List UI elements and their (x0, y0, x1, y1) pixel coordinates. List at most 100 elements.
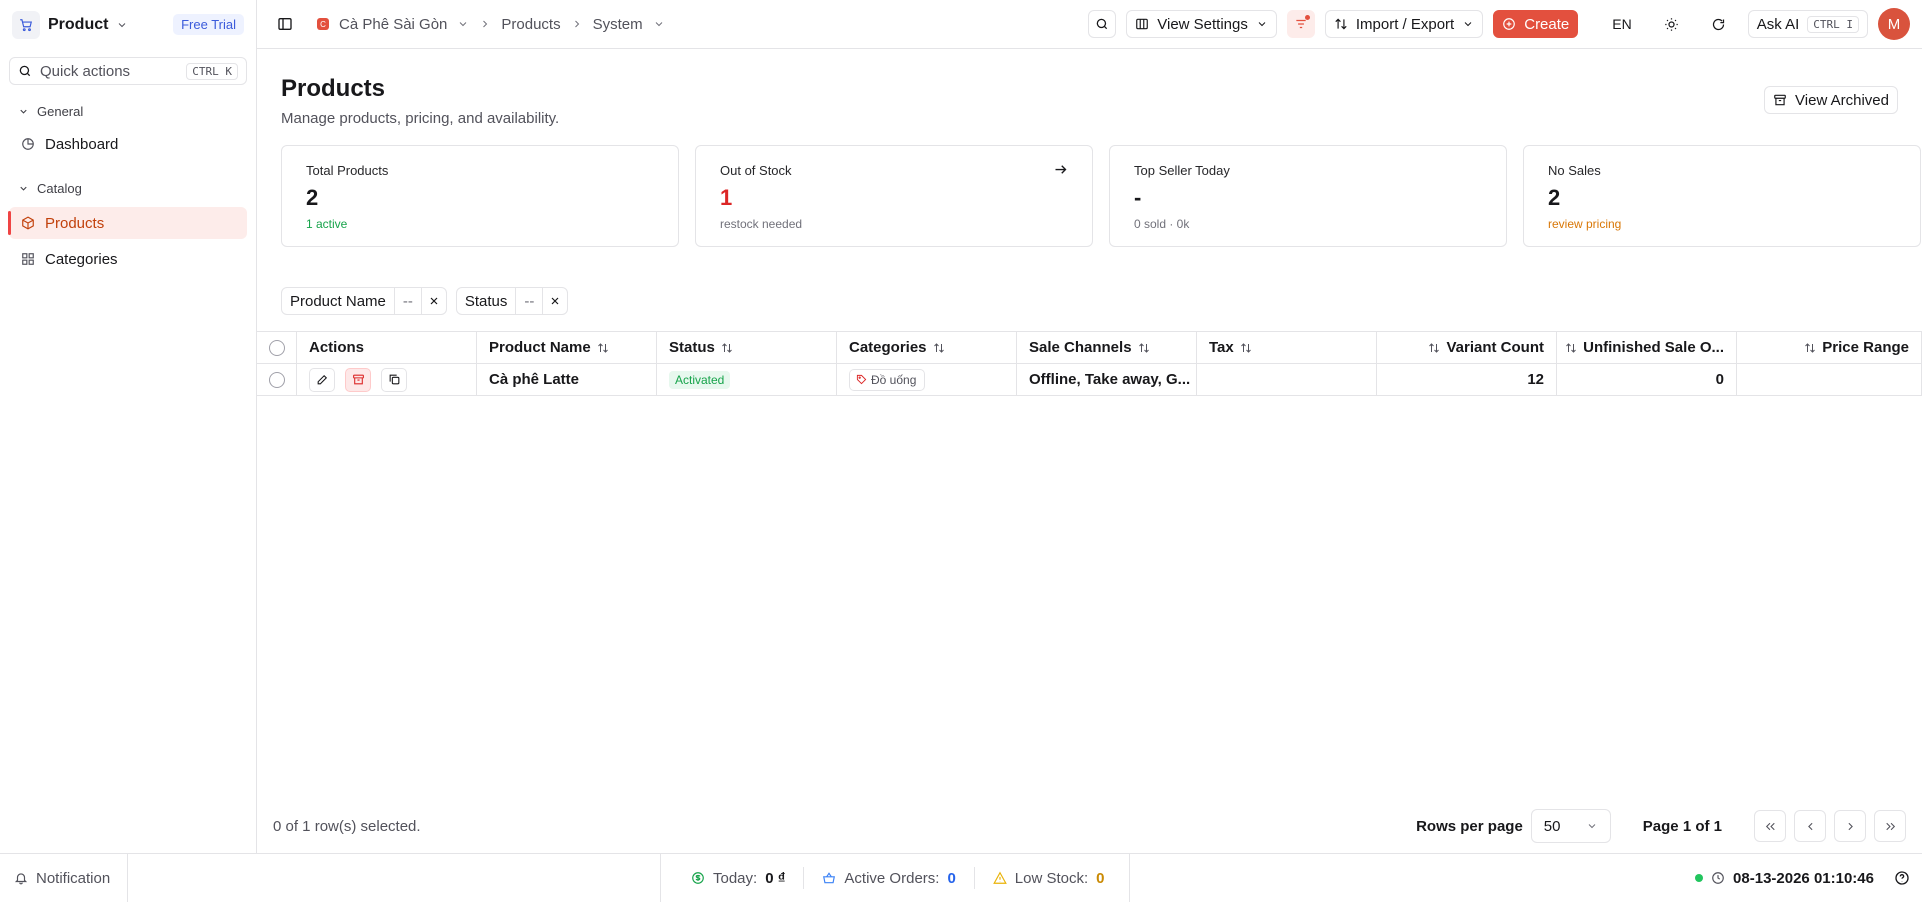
online-indicator (1695, 874, 1704, 882)
column-header-product-name[interactable]: Product Name (477, 332, 657, 363)
notification-label: Notification (36, 869, 111, 887)
select-all-checkbox[interactable] (257, 332, 297, 363)
column-header-variant-count[interactable]: Variant Count (1377, 332, 1557, 363)
sort-icon[interactable] (1565, 342, 1577, 354)
rows-per-page-select[interactable]: 50 (1530, 809, 1611, 843)
column-header-status[interactable]: Status (657, 332, 837, 363)
next-page-button[interactable] (1834, 810, 1866, 842)
stat-label: Top Seller Today (1134, 163, 1230, 178)
column-header-price-range[interactable]: Price Range (1737, 332, 1922, 363)
filter-button[interactable] (1286, 10, 1315, 38)
chevron-down-icon[interactable] (457, 18, 469, 30)
language-switcher[interactable]: EN (1612, 16, 1631, 32)
ask-ai-button[interactable]: Ask AI CTRL I (1747, 10, 1868, 38)
archive-button[interactable] (345, 367, 371, 392)
close-icon[interactable] (542, 288, 567, 314)
column-header-sale-channels[interactable]: Sale Channels (1017, 332, 1197, 363)
bell-icon (14, 873, 28, 885)
chevron-down-icon (1258, 22, 1266, 27)
quick-actions-search[interactable]: Quick actions CTRL K (9, 57, 247, 85)
breadcrumb-products[interactable]: Products (501, 16, 560, 33)
shortcut-hint: CTRL K (186, 62, 238, 80)
theme-toggle-icon[interactable] (1664, 17, 1679, 32)
copy-icon (389, 374, 399, 385)
row-checkbox[interactable] (257, 364, 297, 395)
today-revenue: Today: 0 ₫ (661, 867, 805, 889)
pencil-icon (317, 374, 327, 385)
shop-selector[interactable]: Cà Phê Sài Gòn (339, 16, 447, 33)
status-badge: Activated (669, 370, 731, 389)
import-export-button[interactable]: Import / Export (1324, 10, 1484, 38)
chevron-right-icon (479, 18, 491, 30)
pie-chart-icon (21, 137, 35, 151)
rows-per-page-label: Rows per page (1416, 817, 1523, 835)
filter-value[interactable]: -- (393, 288, 421, 314)
sidebar-item-label: Products (45, 214, 105, 232)
view-archived-button[interactable]: View Archived (1764, 86, 1898, 114)
chevron-down-icon (18, 106, 29, 117)
cell-tax (1197, 364, 1377, 395)
free-trial-badge[interactable]: Free Trial (173, 14, 244, 35)
nav-group-catalog[interactable]: Catalog (0, 178, 256, 198)
stat-card-out-of-stock[interactable]: Out of Stock 1 restock needed (695, 145, 1093, 247)
refresh-icon[interactable] (1711, 17, 1726, 32)
sidebar-item-dashboard[interactable]: Dashboard (9, 128, 247, 160)
orders-value: 0 (947, 869, 956, 887)
column-header-unfinished-sale-orders[interactable]: Unfinished Sale O... (1557, 332, 1737, 363)
chevrons-right-icon (1885, 822, 1895, 830)
category-badge: Đồ uống (849, 368, 926, 391)
close-icon[interactable] (420, 288, 446, 314)
table-row[interactable]: Cà phê Latte Activated Đồ uống Offline, … (257, 364, 1922, 396)
chevron-down-icon[interactable] (653, 18, 665, 30)
filter-chip-product-name[interactable]: Product Name -- (281, 287, 447, 315)
sidebar-item-categories[interactable]: Categories (9, 243, 247, 275)
duplicate-button[interactable] (381, 367, 407, 392)
breadcrumb-system[interactable]: System (593, 16, 643, 33)
plus-circle-icon (1503, 18, 1516, 30)
cell-variant-count: 12 (1377, 364, 1557, 395)
today-label: Today: (713, 869, 758, 887)
edit-button[interactable] (309, 367, 335, 392)
sort-icon[interactable] (1428, 342, 1440, 354)
today-value: 0 ₫ (765, 869, 786, 887)
column-header-tax[interactable]: Tax (1197, 332, 1377, 363)
nav-group-general[interactable]: General (0, 101, 256, 121)
sort-icon[interactable] (1138, 342, 1150, 354)
pagination: Rows per page 50 Page 1 of 1 (1416, 809, 1906, 843)
arrow-right-icon[interactable] (1053, 162, 1068, 177)
app-name: Product (48, 15, 109, 33)
orders-label: Active Orders: (844, 869, 940, 887)
notification-button[interactable]: Notification (0, 854, 128, 902)
view-settings-button[interactable]: View Settings (1126, 10, 1277, 38)
stat-sub: 0 sold · 0k (1134, 217, 1190, 231)
sort-icon[interactable] (721, 342, 733, 354)
status-bar: Notification Today: 0 ₫ Active Orders: 0… (0, 853, 1922, 902)
create-button[interactable]: Create (1493, 10, 1579, 38)
sort-icon[interactable] (933, 342, 945, 354)
help-icon[interactable] (1894, 870, 1910, 886)
sidebar-toggle-icon[interactable] (277, 16, 293, 32)
chevrons-left-icon (1765, 822, 1775, 830)
column-header-categories[interactable]: Categories (837, 332, 1017, 363)
first-page-button[interactable] (1754, 810, 1786, 842)
sort-icon[interactable] (597, 342, 609, 354)
search-button[interactable] (1088, 10, 1117, 38)
avatar[interactable]: M (1878, 8, 1910, 40)
low-stock-label: Low Stock: (1014, 869, 1089, 887)
previous-page-button[interactable] (1794, 810, 1826, 842)
cell-product-name[interactable]: Cà phê Latte (477, 364, 657, 395)
stat-label: Total Products (306, 163, 389, 178)
sidebar-item-products[interactable]: Products (8, 207, 247, 239)
stat-card-top-seller: Top Seller Today - 0 sold · 0k (1109, 145, 1507, 247)
import-export-label: Import / Export (1355, 15, 1455, 33)
filter-chip-status[interactable]: Status -- (455, 287, 569, 315)
filter-value[interactable]: -- (515, 288, 542, 314)
box-icon (21, 216, 35, 230)
chevron-down-icon (18, 183, 29, 194)
last-page-button[interactable] (1874, 810, 1906, 842)
sort-icon[interactable] (1804, 342, 1816, 354)
sort-icon[interactable] (1240, 342, 1252, 354)
cell-categories: Đồ uống (837, 364, 1017, 395)
app-switcher[interactable]: Product Free Trial (0, 0, 256, 49)
stat-sub: 1 active (306, 217, 348, 231)
